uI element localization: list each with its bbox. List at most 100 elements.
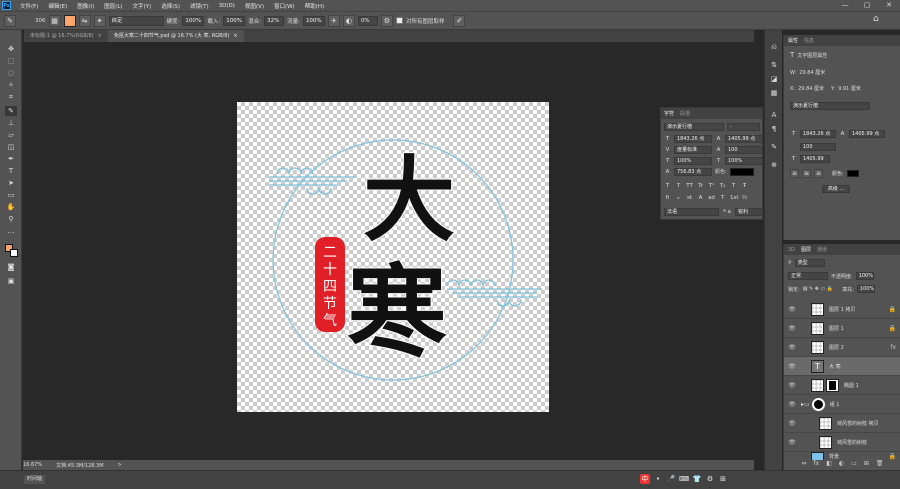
subscript-button[interactable]: T₁ [719, 183, 726, 189]
superscript-button[interactable]: T¹ [708, 183, 715, 189]
tray-settings-icon[interactable]: ⚙ [705, 474, 715, 484]
airbrush-icon[interactable]: ✈ [327, 14, 340, 27]
eye-icon[interactable]: 👁 [787, 306, 797, 313]
tab-3d[interactable]: 3D [788, 247, 795, 253]
tab-dahan-psd[interactable]: 免抠大寒二十四节气.psd @ 16.7% (大 寒, RGB/8) × [107, 30, 244, 42]
faux-bold-button[interactable]: T [664, 183, 671, 189]
kerning-select[interactable]: 度量标准 [674, 145, 712, 154]
zoom-level[interactable]: 16.67% [23, 462, 42, 468]
status-menu-arrow[interactable]: > [118, 462, 122, 468]
paragraph-panel-icon[interactable]: ¶ [769, 124, 779, 134]
ordinal-button[interactable]: 1st [730, 195, 739, 201]
hscale-field[interactable]: 100% [725, 156, 763, 165]
close-icon[interactable]: × [233, 30, 237, 42]
layer-row[interactable]: 👁 图层 2 fx [784, 338, 900, 357]
y-value[interactable]: 9.91 厘米 [838, 85, 861, 92]
more-tools-icon[interactable]: … [5, 226, 17, 236]
tab-channels[interactable]: 通道 [817, 246, 827, 253]
history-icon[interactable]: ⎌ [769, 42, 779, 52]
load-brush-icon[interactable]: ✦ [93, 14, 106, 27]
menu-edit[interactable]: 编辑(E) [43, 2, 72, 10]
layer-row[interactable]: 👁 T 大 寒 [784, 357, 900, 376]
keyboard-icon[interactable]: ⌨ [679, 474, 689, 484]
screen-mode-icon[interactable]: ▣ [5, 276, 17, 286]
strikethrough-button[interactable]: Ŧ [741, 183, 748, 189]
blend-mode-select[interactable]: 正常 [788, 272, 828, 280]
brush-settings-icon[interactable]: ✎ [769, 142, 779, 152]
brush-panel-icon[interactable]: ▦ [48, 14, 61, 27]
align-right-icon[interactable]: ≡ [814, 169, 823, 178]
props-leading-field[interactable]: 1405.99 点 [849, 130, 885, 138]
font-size-field[interactable]: 1843.26 点 [674, 134, 712, 143]
sample-all-layers-checkbox[interactable] [395, 17, 403, 24]
skin-icon[interactable]: 👕 [692, 474, 702, 484]
menu-view[interactable]: 视图(V) [240, 2, 269, 10]
all-caps-button[interactable]: TT [686, 183, 693, 189]
menu-file[interactable]: 文件(F) [15, 2, 43, 10]
faux-italic-button[interactable]: T [675, 183, 682, 189]
hand-tool-icon[interactable]: ✋ [5, 202, 17, 212]
vscale-field[interactable]: 100% [674, 156, 712, 165]
angle-field[interactable]: 0% [357, 15, 378, 26]
adjustments-icon[interactable]: ⇅ [769, 60, 779, 70]
menu-3d[interactable]: 3D(D) [214, 3, 240, 9]
move-tool-icon[interactable]: ✥ [5, 44, 17, 54]
menu-select[interactable]: 选择(S) [156, 2, 185, 10]
color-panel-icon[interactable]: ◪ [769, 74, 779, 84]
stamp-tool-icon[interactable]: ⊥ [5, 118, 17, 128]
tracking-field[interactable]: 100 [725, 145, 763, 154]
x-value[interactable]: 29.84 厘米 [798, 85, 824, 92]
eye-icon[interactable]: 👁 [787, 401, 797, 408]
new-layer-icon[interactable]: ⊞ [864, 460, 869, 470]
punct-icon[interactable]: • [653, 474, 663, 484]
eye-icon[interactable]: 👁 [787, 420, 797, 427]
align-left-icon[interactable]: ≡ [790, 169, 799, 178]
tab-character[interactable]: 字符 [664, 110, 674, 117]
font-style-select[interactable]: - [727, 122, 760, 131]
fill-field[interactable]: 100% [856, 285, 875, 293]
grid-icon[interactable]: ⊞ [718, 474, 728, 484]
font-family-select[interactable]: 演示夏行楷 [664, 122, 724, 131]
eye-icon[interactable]: 👁 [787, 325, 797, 332]
pen-tool-icon[interactable]: ✒ [5, 154, 17, 164]
eye-icon[interactable]: 👁 [787, 439, 797, 446]
delete-layer-icon[interactable]: 🗑 [876, 460, 884, 470]
eye-icon[interactable]: 👁 [787, 363, 797, 370]
timeline-tab[interactable]: 时间轴 [24, 475, 46, 484]
clone-source-icon[interactable]: ⊕ [769, 160, 779, 170]
antialias-select[interactable]: 锐利 [735, 207, 763, 216]
baseline-field[interactable]: 756.83 点 [674, 167, 712, 176]
angle-icon[interactable]: ◐ [342, 14, 355, 27]
crop-tool-icon[interactable]: ⌗ [5, 92, 17, 102]
eye-icon[interactable]: 👁 [787, 344, 797, 351]
mic-icon[interactable]: 🎤 [666, 474, 676, 484]
tab-untitled[interactable]: 未标题-1 @ 16.7%(RGB/8) × [24, 30, 108, 42]
menu-help[interactable]: 帮助(H) [300, 2, 329, 10]
mixer-brush-icon[interactable]: ✎ [4, 14, 16, 27]
brush-tool-icon[interactable]: ✎ [5, 106, 17, 116]
lock-icons[interactable]: ▨ ✎ ✥ ▭ 🔒 [803, 286, 833, 292]
tab-layers[interactable]: 图层 [801, 246, 811, 253]
layer-row[interactable]: 👁 荷风雪的树枝 拷贝 [784, 414, 900, 433]
document-canvas[interactable]: 大 寒 二 十 四 节 气 [237, 102, 549, 412]
align-center-icon[interactable]: ≡ [802, 169, 811, 178]
marquee-tool-icon[interactable]: ⬚ [5, 56, 17, 66]
swatches-icon[interactable]: ▦ [769, 88, 779, 98]
stylistic-button[interactable]: ad [708, 195, 715, 201]
titling-button[interactable]: T [719, 195, 726, 201]
flow-field[interactable]: 100% [302, 15, 325, 26]
quick-mask-icon[interactable]: ◙ [5, 262, 17, 272]
menu-layer[interactable]: 图层(L) [99, 2, 127, 10]
ime-icon[interactable]: 中 [640, 474, 650, 484]
props-vscale-field[interactable]: 1405.99 [800, 155, 830, 163]
swash-button[interactable]: A [697, 195, 704, 201]
layer-row[interactable]: 👁 图层 1 🔒 [784, 319, 900, 338]
menu-type[interactable]: 文字(Y) [128, 2, 157, 10]
props-size-field[interactable]: 1843.26 点 [800, 130, 836, 138]
link-layers-icon[interactable]: ⇔ [802, 460, 807, 470]
pressure-icon[interactable]: ✐ [453, 14, 466, 27]
layer-filter-select[interactable]: 类型 [794, 259, 825, 267]
tab-paragraph[interactable]: 段落 [680, 110, 690, 117]
discretionary-button[interactable]: st [686, 195, 693, 201]
fraction-button[interactable]: ½ [741, 195, 748, 201]
